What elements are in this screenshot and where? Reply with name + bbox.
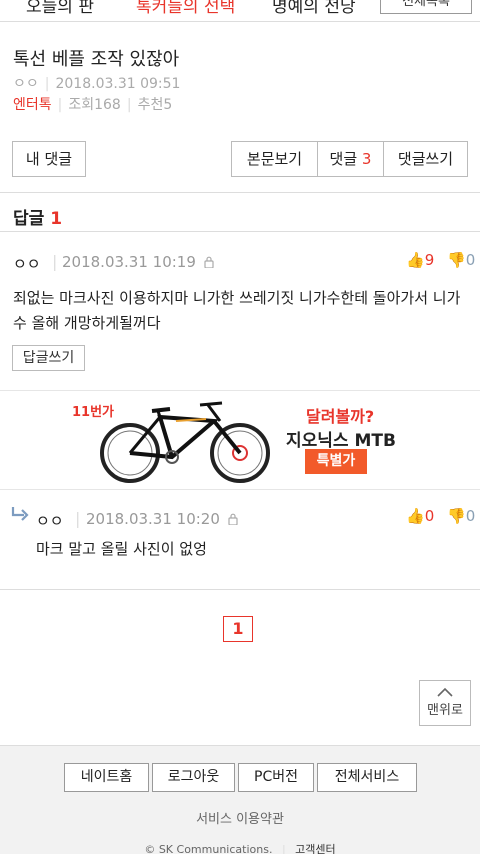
divider (0, 231, 480, 232)
write-comment-button[interactable]: 댓글쓰기 (384, 142, 467, 176)
thumbs-up-icon: 👍 (406, 507, 425, 525)
comment-votes: 👍9 👎0 (406, 251, 475, 269)
reply-count: 1 (50, 209, 63, 229)
downvote-count: 0 (465, 251, 476, 269)
back-to-top-button[interactable]: 맨위로 (419, 680, 471, 726)
all-list-button[interactable]: 전체목록 (380, 0, 472, 14)
ad-banner[interactable]: 11번가 달려볼까? 지오닉스 MTB 특별가 (0, 390, 480, 490)
post-meta: ㅇㅇ | 2018.03.31 09:51 (13, 73, 180, 93)
logout-button[interactable]: 로그아웃 (152, 763, 235, 792)
reply-date: 2018.03.31 10:20 (86, 510, 220, 528)
back-to-top-label: 맨위로 (427, 703, 463, 718)
chevron-up-icon (437, 687, 453, 697)
separator: | (126, 97, 132, 113)
reply-section-title: 답글 1 (13, 204, 62, 229)
thumbs-down-icon: 👎 (447, 251, 466, 269)
top-nav: 오늘의 판 톡커들의 선택 명예의 전당 전체목록 (0, 0, 480, 22)
post-date: 2018.03.31 09:51 (55, 76, 181, 92)
downvote-count: 0 (465, 507, 476, 525)
separator: | (52, 252, 58, 271)
downvote-button[interactable]: 👎0 (447, 507, 475, 525)
post-views: 조회168 (68, 97, 121, 113)
pc-version-button[interactable]: PC버전 (238, 763, 314, 792)
copyright: © SK Communications. | 고객센터 (0, 841, 480, 854)
comments-label: 댓글 (329, 150, 358, 168)
separator: | (281, 843, 286, 854)
my-comments-button[interactable]: 내 댓글 (12, 141, 86, 177)
page-current[interactable]: 1 (223, 616, 253, 642)
post-title: 톡선 베플 조작 있잖아 (13, 49, 180, 70)
lock-icon[interactable] (228, 513, 238, 525)
copyright-text: © SK Communications. (144, 843, 273, 854)
ad-special-price-badge: 특별가 (305, 449, 367, 474)
post-action-group: 본문보기 댓글 3 댓글쓰기 (231, 141, 468, 177)
separator: | (57, 97, 63, 113)
nate-home-button[interactable]: 네이트홈 (64, 763, 149, 792)
divider (0, 589, 480, 590)
reply-votes: 👍0 👎0 (406, 507, 475, 525)
thumbs-up-icon: 👍 (406, 251, 425, 269)
tab-talkers-choice[interactable]: 톡커들의 선택 (136, 0, 235, 17)
upvote-count: 9 (424, 251, 435, 269)
terms-of-service-link[interactable]: 서비스 이용약관 (0, 808, 480, 827)
comment-author: ㅇㅇ (13, 255, 41, 273)
post-author: ㅇㅇ (13, 76, 39, 92)
tab-today[interactable]: 오늘의 판 (26, 0, 94, 17)
separator: | (75, 509, 81, 528)
reply-text: 마크 말고 올릴 사진이 없엉 (36, 540, 207, 558)
upvote-button[interactable]: 👍0 (406, 507, 439, 525)
write-reply-button[interactable]: 답글쓰기 (12, 345, 85, 371)
upvote-count: 0 (424, 507, 435, 525)
ad-headline: 달려볼까? (306, 407, 375, 426)
comment-text: 죄없는 마크사진 이용하지마 니가한 쓰레기짓 니가수한테 돌아가서 니가수 올… (13, 289, 461, 332)
divider (0, 192, 480, 193)
upvote-button[interactable]: 👍9 (406, 251, 439, 269)
bicycle-image (100, 401, 270, 483)
post-recommend: 추천5 (137, 97, 173, 113)
comment-date: 2018.03.31 10:19 (62, 253, 196, 271)
thumbs-down-icon: 👎 (447, 507, 466, 525)
all-services-button[interactable]: 전체서비스 (317, 763, 417, 792)
reply-author: ㅇㅇ (36, 512, 64, 530)
footer: 네이트홈 로그아웃 PC버전 전체서비스 서비스 이용약관 © SK Commu… (0, 745, 480, 854)
customer-center-link[interactable]: 고객센터 (295, 843, 335, 854)
lock-icon[interactable] (204, 256, 214, 268)
separator: | (44, 76, 50, 92)
reply-label: 답글 (13, 209, 45, 229)
post-category[interactable]: 엔터톡 (13, 97, 52, 113)
comments-count: 3 (361, 150, 372, 168)
view-post-button[interactable]: 본문보기 (232, 142, 318, 176)
tab-hall-of-fame[interactable]: 명예의 전당 (272, 0, 356, 17)
post-stats: 엔터톡 | 조회168 | 추천5 (13, 94, 172, 114)
downvote-button[interactable]: 👎0 (447, 251, 475, 269)
ad-product: 지오닉스 MTB (286, 431, 396, 451)
comments-button[interactable]: 댓글 3 (318, 142, 384, 176)
reply-arrow-icon (11, 507, 29, 521)
